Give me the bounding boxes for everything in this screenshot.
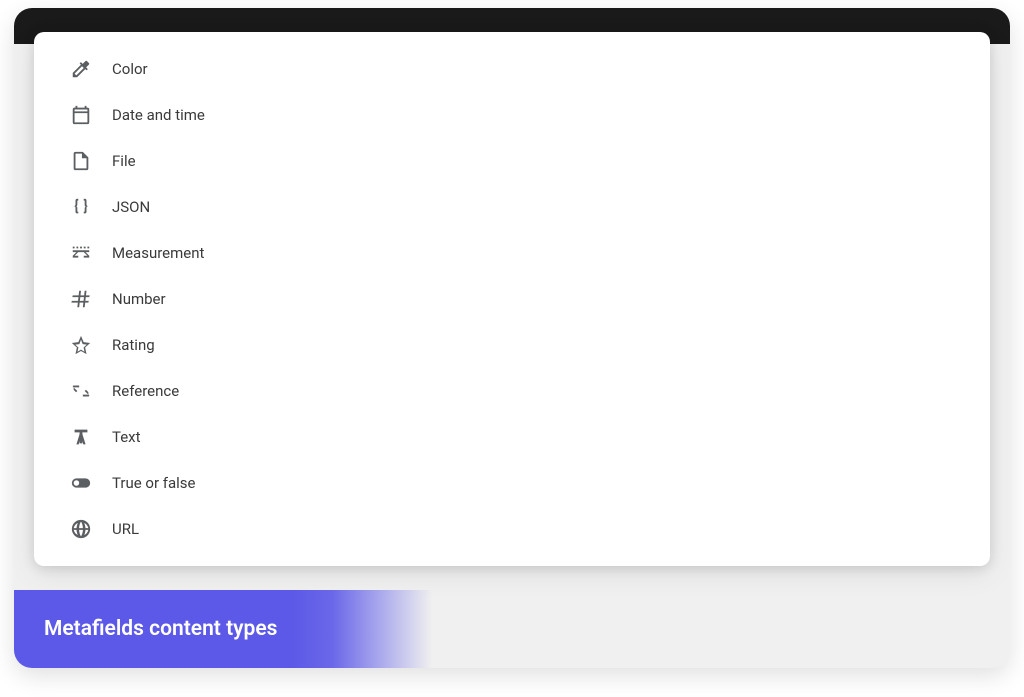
option-label: Text: [112, 428, 141, 446]
option-label: True or false: [112, 474, 196, 492]
option-true-false[interactable]: True or false: [34, 460, 990, 506]
globe-icon: [70, 518, 92, 540]
option-json[interactable]: JSON: [34, 184, 990, 230]
eyedropper-icon: [70, 58, 92, 80]
star-icon: [70, 334, 92, 356]
option-label: JSON: [112, 198, 150, 216]
option-text[interactable]: Text: [34, 414, 990, 460]
option-url[interactable]: URL: [34, 506, 990, 552]
footer-banner: Metafields content types: [14, 590, 1010, 668]
option-label: Date and time: [112, 106, 205, 124]
option-rating[interactable]: Rating: [34, 322, 990, 368]
text-icon: [70, 426, 92, 448]
option-label: Color: [112, 60, 148, 78]
toggle-icon: [70, 472, 92, 494]
option-label: Rating: [112, 336, 155, 354]
option-date-time[interactable]: Date and time: [34, 92, 990, 138]
reference-icon: [70, 380, 92, 402]
hash-icon: [70, 288, 92, 310]
footer-title: Metafields content types: [44, 617, 277, 641]
option-label: URL: [112, 520, 139, 538]
option-file[interactable]: File: [34, 138, 990, 184]
file-icon: [70, 150, 92, 172]
calendar-icon: [70, 104, 92, 126]
option-number[interactable]: Number: [34, 276, 990, 322]
option-color[interactable]: Color: [34, 46, 990, 92]
option-label: Measurement: [112, 244, 204, 262]
app-container: Color Date and time File JSON Measuremen: [14, 8, 1010, 668]
content-type-dropdown: Color Date and time File JSON Measuremen: [34, 32, 990, 566]
option-label: Reference: [112, 382, 179, 400]
option-reference[interactable]: Reference: [34, 368, 990, 414]
measurement-icon: [70, 242, 92, 264]
json-icon: [70, 196, 92, 218]
option-label: File: [112, 152, 136, 170]
option-label: Number: [112, 290, 166, 308]
option-measurement[interactable]: Measurement: [34, 230, 990, 276]
